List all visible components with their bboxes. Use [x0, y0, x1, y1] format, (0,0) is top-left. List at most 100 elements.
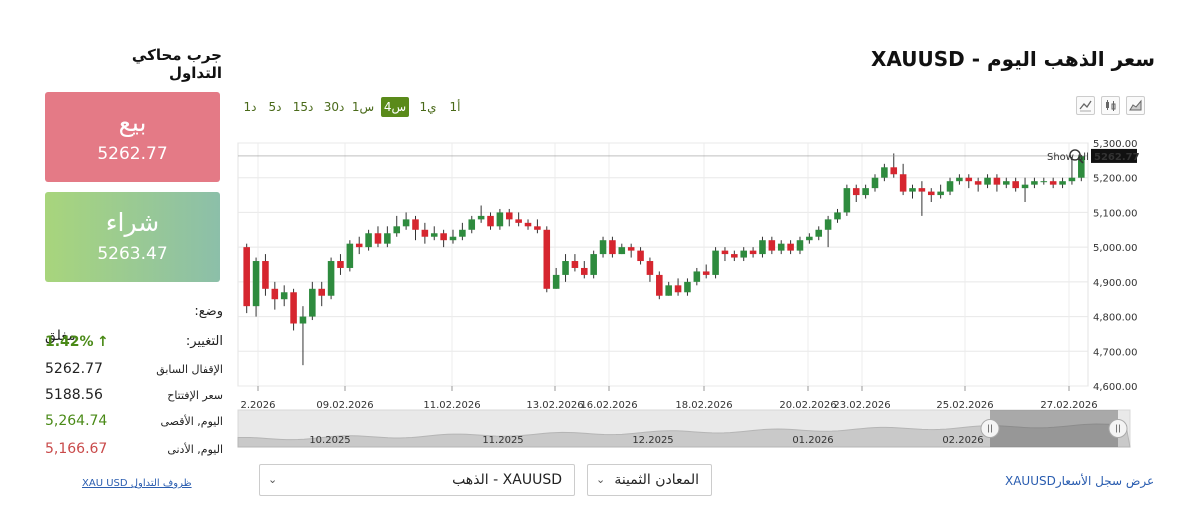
candle-body: [252, 261, 260, 307]
candle-body: [740, 250, 747, 258]
candle-body: [534, 226, 541, 230]
x-tick-label: 23.02.2026: [833, 400, 890, 411]
candle-body: [581, 267, 588, 275]
candle-body: [899, 174, 907, 192]
candle-body: [909, 188, 916, 192]
category-select-value: المعادن الثمينة: [614, 472, 699, 488]
candle-body: [609, 240, 616, 255]
candle-body: [318, 288, 325, 296]
candle-body: [946, 181, 954, 192]
candle-body: [1040, 181, 1048, 183]
candle-body: [1068, 177, 1076, 182]
x-tick-label: 2.2026: [241, 400, 276, 411]
candle-body: [927, 191, 935, 196]
history-symbol: XAUUSD: [1005, 474, 1056, 488]
category-select[interactable]: المعادن الثمينة ⌄: [587, 464, 712, 496]
navigator-handle[interactable]: [980, 419, 1000, 438]
candle-body: [627, 247, 635, 251]
candle-body: [496, 212, 504, 227]
candle-body: [262, 261, 269, 289]
symbol-select-value: XAUUSD - الذهب: [452, 472, 562, 488]
candle-body: [665, 285, 672, 296]
x-tick-label: 27.02.2026: [1040, 400, 1097, 411]
navigator-label: 12.2025: [632, 435, 673, 446]
candle-body: [487, 215, 494, 227]
candle-body: [984, 177, 991, 185]
candle-body: [806, 236, 813, 241]
candle-body: [1049, 181, 1057, 185]
price-chart[interactable]: 4,600.00 4,700.00 4,800.00 4,900.00 5,000.00…: [0, 0, 1200, 531]
candle-body: [599, 240, 607, 255]
x-tick-label: 25.02.2026: [936, 400, 993, 411]
candle-body: [290, 292, 297, 324]
candle-body: [712, 250, 719, 275]
y-tick-label: 4,800.00: [1093, 313, 1138, 324]
history-text: عرض سجل الأسعار: [1055, 474, 1155, 488]
candle-body: [618, 247, 626, 255]
navigator-selection: [990, 410, 1118, 447]
candle-body: [843, 188, 851, 213]
y-tick-label: 5,100.00: [1093, 208, 1138, 219]
chevron-down-icon: ⌄: [596, 473, 606, 486]
candle-body: [327, 261, 335, 296]
candle-body: [871, 177, 879, 189]
candle-body: [890, 167, 898, 175]
x-tick-label: 13.02.2026: [526, 400, 583, 411]
candle-body: [402, 219, 410, 227]
symbol-select[interactable]: XAUUSD - الذهب ⌄: [259, 464, 575, 496]
candle-body: [412, 219, 419, 230]
show-all-button[interactable]: Show all: [1047, 152, 1089, 163]
candle-body: [562, 261, 569, 275]
candle-body: [674, 285, 682, 293]
candle-body: [393, 226, 401, 234]
candle-body: [440, 233, 447, 241]
x-tick-label: 16.02.2026: [580, 400, 637, 411]
candle-body: [374, 233, 382, 244]
candle-body: [309, 288, 316, 317]
candle-body: [974, 181, 982, 185]
x-tick-label: 20.02.2026: [779, 400, 836, 411]
candle-body: [956, 177, 963, 182]
candle-body: [693, 271, 701, 282]
candle-body: [965, 177, 973, 182]
candle-body: [768, 240, 776, 251]
candle-body: [477, 215, 485, 220]
candle-body: [337, 261, 344, 268]
y-tick-label: 5,000.00: [1093, 243, 1138, 254]
y-tick-label: 4,900.00: [1093, 278, 1138, 289]
price-history-link[interactable]: عرض سجل الأسعارXAUUSD: [1005, 474, 1154, 488]
candle-body: [749, 250, 757, 255]
candle-body: [637, 250, 644, 262]
candle-body: [552, 274, 560, 289]
candle-body: [824, 219, 832, 230]
navigator-label: 10.2025: [309, 435, 350, 446]
candle-body: [918, 188, 926, 192]
candle-body: [796, 240, 804, 251]
x-tick-label: 09.02.2026: [316, 400, 373, 411]
candle-body: [449, 236, 457, 241]
candle-body: [1031, 181, 1038, 185]
x-tick-label: 11.02.2026: [423, 400, 480, 411]
candle-body: [543, 229, 551, 289]
y-tick-label: 4,700.00: [1093, 347, 1138, 358]
candle-body: [1059, 181, 1066, 185]
candle-body: [787, 243, 794, 251]
candle-body: [777, 243, 785, 251]
price-tag-label: 5262.77: [1094, 152, 1140, 163]
candle-body: [243, 247, 250, 307]
candle-body: [759, 240, 766, 255]
candle-body: [862, 188, 869, 196]
candle-body: [571, 261, 579, 268]
candle-body: [1021, 184, 1029, 189]
chevron-down-icon: ⌄: [268, 473, 278, 486]
candle-body: [365, 233, 372, 248]
candle-body: [590, 254, 597, 275]
candle-body: [656, 274, 663, 296]
y-tick-label: 5,200.00: [1093, 174, 1138, 185]
navigator-handle[interactable]: [1108, 419, 1128, 438]
candle-body: [421, 229, 429, 237]
candle-body: [384, 233, 391, 244]
candle-body: [881, 167, 888, 178]
candle-body: [852, 188, 860, 196]
candle-body: [721, 250, 729, 255]
